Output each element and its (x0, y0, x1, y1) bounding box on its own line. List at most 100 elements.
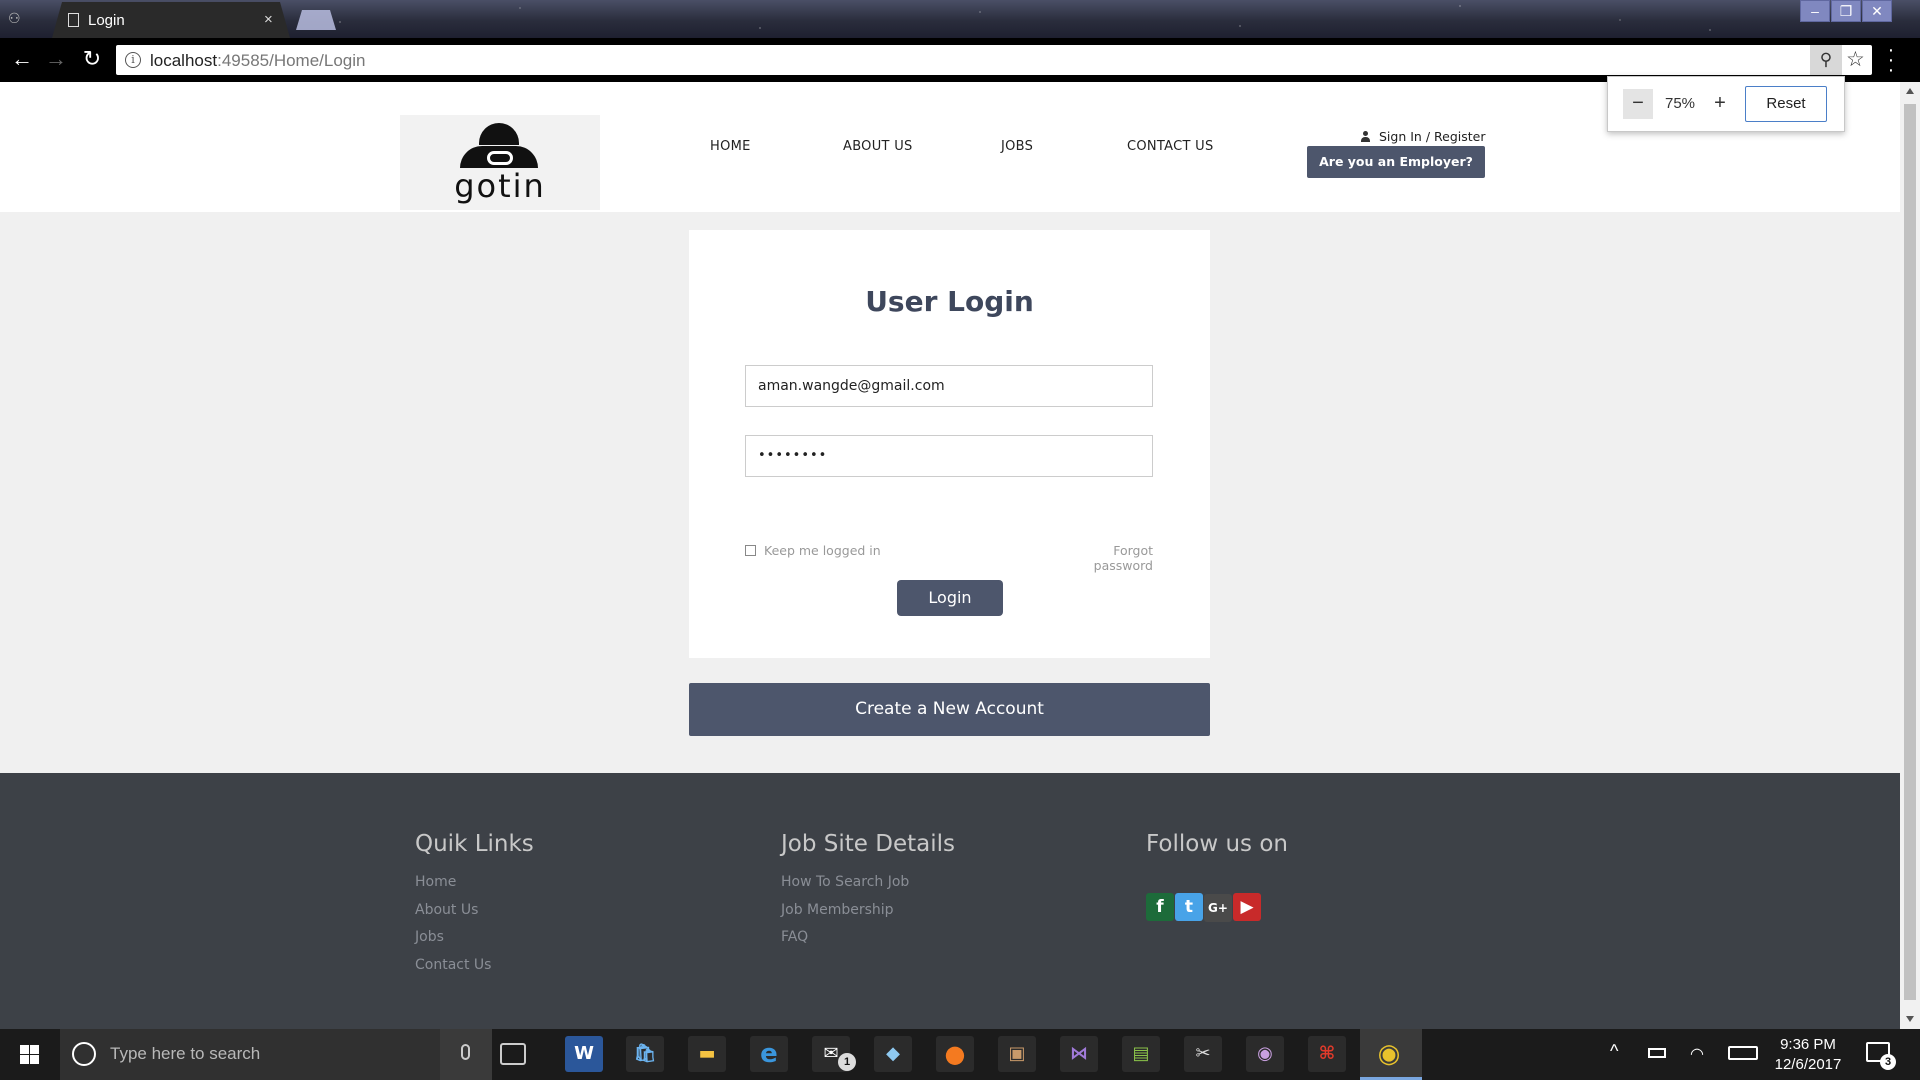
zoom-out-button[interactable]: − (1623, 89, 1653, 119)
login-button[interactable]: Login (897, 580, 1003, 616)
zoom-in-button[interactable]: + (1705, 89, 1735, 119)
password-field[interactable]: •••••••• (745, 435, 1153, 477)
mail-badge: 1 (838, 1053, 856, 1071)
windows-taskbar: Type here to search W 🛍 ▬ e ✉ 1 ◆ ● ▣ ⋈ … (0, 1029, 1920, 1080)
chrome-icon[interactable]: ◉ (1370, 1036, 1408, 1072)
footer-link-jobs[interactable]: Jobs (415, 924, 534, 952)
scroll-up-arrow-icon[interactable] (1906, 88, 1914, 94)
signin-link[interactable]: Sign In (1379, 129, 1422, 144)
site-logo[interactable]: gotin (400, 115, 600, 210)
page-icon (68, 13, 79, 27)
browser-menu-icon[interactable]: · · · (1886, 40, 1896, 80)
nav-contact-us[interactable]: CONTACT US (1127, 139, 1214, 154)
footer-link-how-to-search[interactable]: How To Search Job (781, 869, 955, 897)
taskbar-search-box[interactable]: Type here to search (60, 1029, 440, 1080)
nav-jobs[interactable]: JOBS (1001, 139, 1033, 154)
user-icon (1360, 131, 1371, 142)
sql-server-icon[interactable]: ▤ (1122, 1036, 1160, 1072)
forward-button[interactable]: → (43, 46, 69, 72)
twitter-icon[interactable]: t (1175, 893, 1203, 921)
browser-tab-bar: ⚇ Login × – ❐ ✕ (0, 0, 1920, 38)
footer-link-contact-us[interactable]: Contact Us (415, 952, 534, 980)
acrobat-icon[interactable]: ⌘ (1308, 1036, 1346, 1072)
firefox-icon[interactable]: ● (936, 1036, 974, 1072)
url-host: localhost (150, 51, 218, 70)
clock-date: 12/6/2017 (1774, 1056, 1842, 1073)
page-scrollbar[interactable] (1900, 82, 1920, 1029)
footer-link-faq[interactable]: FAQ (781, 924, 955, 952)
battery-icon[interactable] (1648, 1048, 1666, 1058)
google-plus-icon[interactable]: G+ (1204, 894, 1232, 922)
create-account-button[interactable]: Create a New Account (689, 683, 1210, 736)
task-view-icon[interactable] (500, 1043, 526, 1065)
logo-lock-icon (487, 151, 513, 165)
window-restore-button[interactable]: ❐ (1831, 0, 1861, 22)
keep-logged-in[interactable]: Keep me logged in (745, 543, 881, 558)
footer-job-site-details: Job Site Details How To Search Job Job M… (781, 773, 955, 952)
email-field[interactable]: aman.wangde@gmail.com (745, 365, 1153, 407)
tab-close-icon[interactable]: × (264, 11, 273, 28)
github-icon[interactable]: ◉ (1246, 1036, 1284, 1072)
taskbar-search-placeholder: Type here to search (110, 1044, 261, 1063)
microphone-button[interactable] (440, 1029, 492, 1080)
cortana-icon (72, 1042, 96, 1066)
scroll-down-arrow-icon[interactable] (1906, 1016, 1914, 1022)
word-icon[interactable]: W (565, 1036, 603, 1072)
nav-about-us[interactable]: ABOUT US (843, 139, 913, 154)
zoom-icon[interactable]: ⚲ (1810, 45, 1842, 75)
social-icons: f t G+ ▶ (1146, 893, 1288, 922)
page-viewport: gotin HOME ABOUT US JOBS CONTACT US Sign… (0, 82, 1900, 1029)
bookmark-star-icon[interactable]: ☆ (1846, 47, 1865, 72)
zoom-level: 75% (1664, 95, 1696, 112)
logo-person-head (479, 123, 519, 145)
reload-button[interactable]: ↻ (79, 46, 105, 72)
user-profile-icon[interactable]: ⚇ (8, 10, 30, 28)
scrollbar-thumb[interactable] (1904, 104, 1916, 1000)
footer-heading-quick-links: Quik Links (415, 831, 534, 857)
keep-logged-in-label: Keep me logged in (764, 543, 881, 558)
notification-count: 3 (1880, 1054, 1896, 1070)
new-tab-button[interactable] (296, 10, 336, 30)
tools-icon[interactable]: ✂ (1184, 1036, 1222, 1072)
browser-tab-login[interactable]: Login × (52, 2, 290, 38)
youtube-icon[interactable]: ▶ (1233, 893, 1261, 921)
employer-button[interactable]: Are you an Employer? (1307, 146, 1485, 178)
zoom-reset-button[interactable]: Reset (1745, 86, 1827, 122)
footer-link-about-us[interactable]: About Us (415, 897, 534, 925)
footer-link-membership[interactable]: Job Membership (781, 897, 955, 925)
logo-text: gotin (454, 167, 546, 205)
tab-title: Login (88, 12, 125, 29)
wifi-icon[interactable]: ◠ (1690, 1044, 1704, 1080)
clock-time: 9:36 PM (1780, 1036, 1836, 1053)
footer-quick-links: Quik Links Home About Us Jobs Contact Us (415, 773, 534, 979)
keyboard-icon[interactable] (1728, 1046, 1758, 1060)
microphone-icon (461, 1044, 470, 1060)
nav-home[interactable]: HOME (710, 139, 751, 154)
footer-heading-follow: Follow us on (1146, 831, 1288, 857)
start-button[interactable] (0, 1029, 58, 1080)
edge-icon[interactable]: e (750, 1036, 788, 1072)
file-explorer-icon[interactable]: ▬ (688, 1036, 726, 1072)
signin-register: Sign In / Register (1360, 129, 1486, 144)
tray-overflow-icon[interactable]: ^ (1610, 1041, 1618, 1080)
window-minimize-button[interactable]: – (1800, 0, 1830, 22)
maps-icon[interactable]: ◆ (874, 1036, 912, 1072)
keep-logged-in-checkbox[interactable] (745, 545, 756, 556)
store-icon[interactable]: 🛍 (626, 1036, 664, 1072)
facebook-icon[interactable]: f (1146, 893, 1174, 921)
signin-separator: / (1421, 129, 1435, 144)
forgot-password-link[interactable]: Forgot password (1053, 543, 1153, 573)
footer-link-home[interactable]: Home (415, 869, 534, 897)
window-close-button[interactable]: ✕ (1862, 0, 1892, 22)
url-path: :49585/Home/Login (217, 51, 366, 70)
page-title: User Login (865, 285, 1034, 318)
address-bar[interactable]: i localhost:49585/Home/Login ⚲ ☆ (116, 45, 1872, 75)
footer-heading-job-site: Job Site Details (781, 831, 955, 857)
taskbar-clock[interactable]: 9:36 PM 12/6/2017 (1758, 1035, 1858, 1075)
visual-studio-icon[interactable]: ⋈ (1060, 1036, 1098, 1072)
back-button[interactable]: ← (9, 46, 35, 72)
site-info-icon[interactable]: i (125, 52, 141, 68)
register-link[interactable]: Register (1434, 129, 1485, 144)
url-text[interactable]: localhost:49585/Home/Login (150, 51, 366, 71)
winrar-icon[interactable]: ▣ (998, 1036, 1036, 1072)
